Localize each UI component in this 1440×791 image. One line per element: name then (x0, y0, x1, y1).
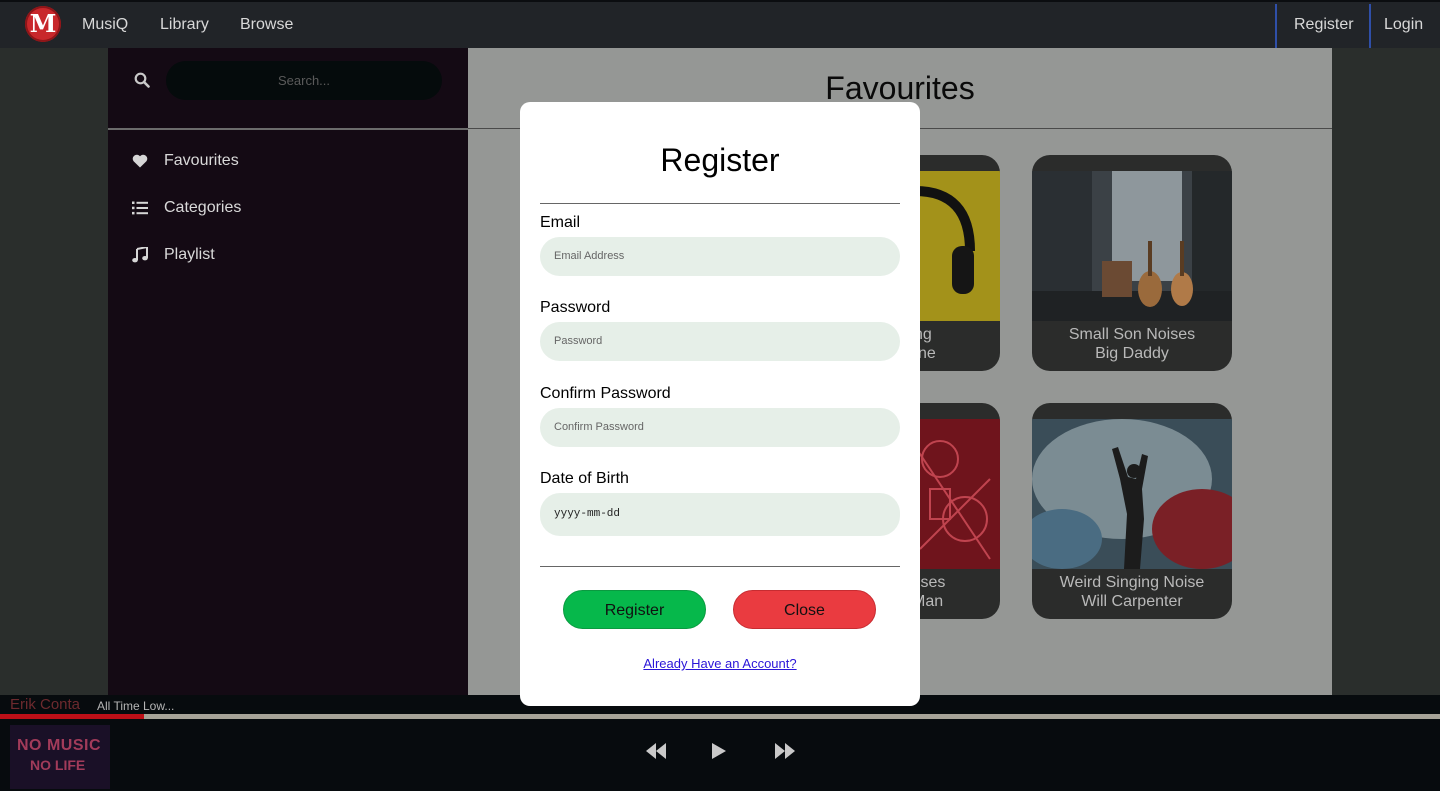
already-have-account-link[interactable]: Already Have an Account? (520, 656, 920, 671)
page-margin-right (1332, 48, 1440, 695)
fast-forward-icon[interactable] (774, 743, 796, 759)
rewind-icon[interactable] (645, 743, 667, 759)
confirm-password-field[interactable]: Confirm Password (540, 408, 900, 447)
library-link[interactable]: Library (160, 16, 209, 34)
card-artist: Man (912, 593, 944, 610)
close-button[interactable]: Close (733, 590, 876, 629)
card-title: ng (914, 326, 932, 343)
confirm-password-label: Confirm Password (540, 385, 671, 402)
logo[interactable]: M (25, 6, 61, 42)
password-field[interactable]: Password (540, 322, 900, 361)
now-playing-song: All Time Low... (97, 699, 175, 713)
sidebar-item-categories[interactable]: Categories (130, 196, 241, 220)
progress-fill (0, 714, 144, 719)
email-field[interactable]: Email Address (540, 237, 900, 276)
sidebar-item-label: Categories (164, 199, 242, 216)
play-icon[interactable] (711, 743, 727, 759)
music-player: Erik Conta All Time Low... NO MUSIC NO L… (0, 695, 1440, 791)
dob-field[interactable]: yyyy-mm-dd (540, 493, 900, 536)
search-input[interactable]: Search... (166, 61, 442, 100)
browse-link[interactable]: Browse (240, 16, 293, 34)
song-card[interactable]: Weird Singing Noise Will Carpenter (1032, 403, 1232, 619)
card-title: oises (908, 574, 946, 591)
login-link[interactable]: Login (1384, 16, 1423, 34)
modal-divider (540, 566, 900, 567)
card-artist: yne (910, 345, 936, 362)
dob-label: Date of Birth (540, 470, 629, 487)
email-label: Email (540, 214, 581, 231)
modal-divider (540, 203, 900, 204)
music-note-icon (130, 246, 150, 264)
sidebar: Search... Favourites Categories Playlist (108, 48, 468, 695)
sidebar-item-favourites[interactable]: Favourites (130, 149, 239, 173)
register-modal: Register Email Email Address Password Pa… (520, 102, 920, 706)
card-image (1032, 171, 1232, 321)
sidebar-item-label: Playlist (164, 246, 215, 263)
sidebar-item-playlist[interactable]: Playlist (130, 243, 215, 267)
password-label: Password (540, 299, 611, 316)
album-art-text: NO MUSIC (17, 737, 101, 754)
search-icon[interactable] (134, 72, 150, 88)
album-art: NO MUSIC NO LIFE (10, 725, 110, 789)
sidebar-item-label: Favourites (164, 152, 239, 169)
album-art-text: NO LIFE (30, 757, 86, 773)
heart-icon (130, 152, 150, 170)
progress-track[interactable] (0, 714, 1440, 719)
list-icon (130, 199, 150, 217)
card-title: Small Son Noises (1068, 326, 1196, 343)
nav-divider (1369, 4, 1371, 48)
now-playing-artist: Erik Conta (10, 696, 81, 713)
page-margin-left (0, 48, 108, 695)
card-artist: Will Carpenter (1081, 593, 1183, 610)
top-nav: M MusiQ Library Browse Register Login (0, 0, 1440, 48)
card-title: Weird Singing Noise (1059, 574, 1205, 591)
song-card[interactable]: Small Son Noises Big Daddy (1032, 155, 1232, 371)
modal-title: Register (660, 142, 780, 178)
register-button[interactable]: Register (563, 590, 706, 629)
card-artist: Big Daddy (1095, 345, 1169, 362)
sidebar-divider (108, 128, 468, 130)
card-image (1032, 419, 1232, 569)
brand-link[interactable]: MusiQ (82, 16, 128, 34)
register-link[interactable]: Register (1294, 16, 1354, 34)
nav-divider (1275, 4, 1277, 48)
